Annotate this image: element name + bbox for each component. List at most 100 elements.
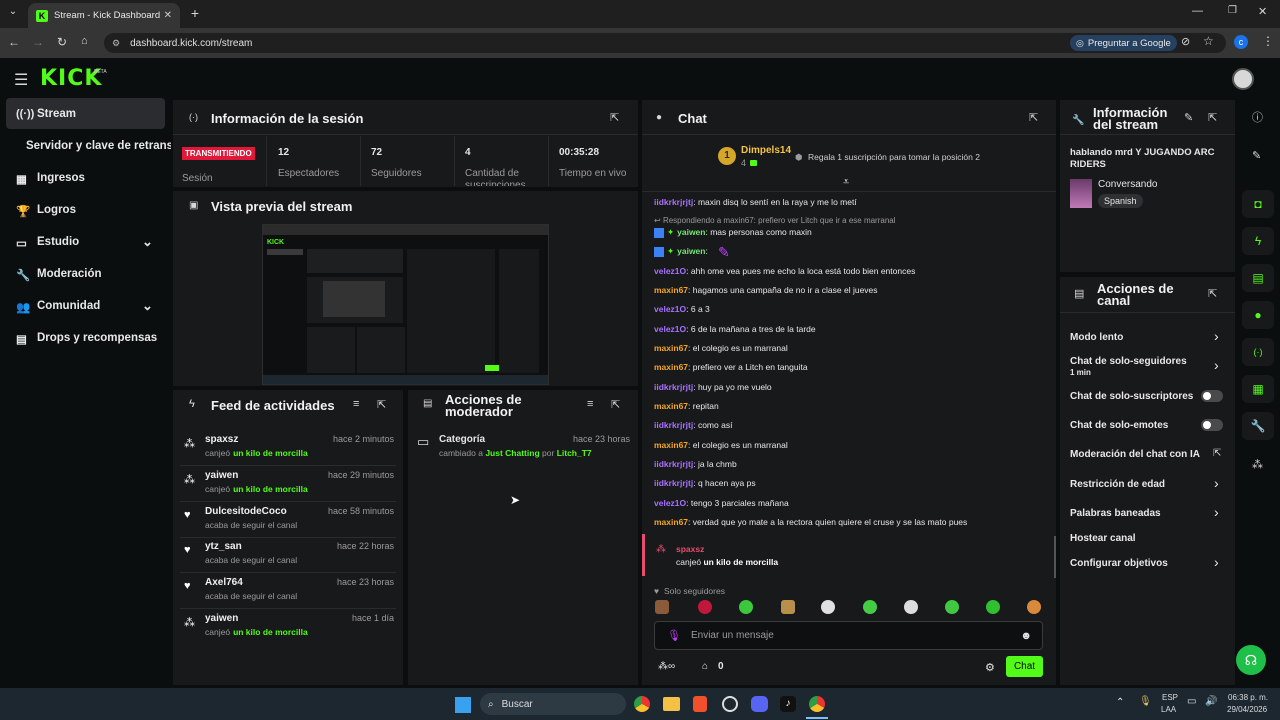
brave-icon[interactable] — [693, 696, 707, 712]
volume-icon[interactable]: 🔊 — [1205, 696, 1217, 707]
stream-preview-video[interactable]: KICK — [262, 224, 549, 385]
popout-icon[interactable]: ⇱ — [1029, 111, 1038, 124]
chat-username[interactable]: iidkrkrjrjtj — [654, 459, 693, 469]
chrome-icon[interactable] — [809, 696, 825, 712]
chevron-right-icon[interactable]: › — [1214, 357, 1219, 373]
home-icon[interactable]: ⌂ — [81, 35, 88, 47]
slow-mode-option[interactable]: Modo lento — [1070, 332, 1123, 343]
steam-icon[interactable] — [722, 696, 738, 712]
eye-off-icon[interactable]: ⊘ — [1181, 35, 1190, 48]
rail-lightning-button[interactable]: ϟ — [1242, 227, 1274, 255]
chat-input[interactable]: 🎙 Enviar un mensaje ☻ — [654, 621, 1043, 650]
age-restriction-option[interactable]: Restricción de edad — [1070, 479, 1165, 490]
rail-actions-button[interactable]: ▦ — [1242, 375, 1274, 403]
window-close-icon[interactable]: ✕ — [1258, 5, 1267, 18]
popout-icon[interactable]: ⇱ — [611, 398, 620, 411]
chat-username[interactable]: iidkrkrjrjtj — [654, 382, 693, 392]
chevron-right-icon[interactable]: › — [1214, 554, 1219, 570]
feed-user[interactable]: DulcesitodeCoco — [205, 506, 287, 517]
category-name[interactable]: Conversando — [1098, 179, 1157, 190]
rail-info-button[interactable]: ⓘ — [1240, 100, 1276, 132]
emote-icon[interactable] — [863, 600, 877, 614]
chat-username[interactable]: iidkrkrjrjtj — [654, 478, 693, 488]
sidebar-item-moderacion[interactable]: Moderación — [37, 268, 102, 280]
clock-date[interactable]: 29/04/2026 — [1227, 705, 1267, 714]
feed-user[interactable]: ytz_san — [205, 541, 242, 552]
feed-user[interactable]: yaiwen — [205, 613, 238, 624]
feed-user[interactable]: yaiwen — [205, 470, 238, 481]
sidebar-item-logros[interactable]: Logros — [37, 204, 76, 216]
subs-only-toggle[interactable] — [1201, 390, 1223, 402]
sidebar-item-drops[interactable]: Drops y recompensas — [37, 332, 157, 344]
url-field[interactable]: ⚙ dashboard.kick.com/stream — [104, 33, 1226, 53]
chat-username[interactable]: maxin67 — [654, 440, 688, 450]
hamburger-menu-icon[interactable]: ☰ — [14, 70, 28, 90]
tray-chevron-up-icon[interactable]: ⌃ — [1116, 697, 1124, 708]
chat-username[interactable]: yaiwen — [677, 246, 705, 256]
chat-scrollbar[interactable] — [1054, 536, 1056, 578]
popout-icon[interactable]: ⇱ — [377, 398, 386, 411]
chevron-right-icon[interactable]: › — [1214, 475, 1219, 491]
followers-only-option[interactable]: Chat de solo-seguidores — [1070, 356, 1187, 367]
tiktok-icon[interactable]: ♪ — [780, 696, 796, 712]
popout-icon[interactable]: ⇱ — [1208, 111, 1217, 124]
emote-icon[interactable] — [739, 600, 753, 614]
emote-icon[interactable] — [655, 600, 669, 614]
sidebar-item-estudio[interactable]: Estudio — [37, 236, 79, 248]
rail-wrench-button[interactable]: 🔧 — [1242, 412, 1274, 440]
feed-user[interactable]: Axel764 — [205, 577, 243, 588]
chat-username[interactable]: maxin67 — [654, 362, 688, 372]
mic-icon[interactable]: 🎙 — [667, 629, 681, 642]
collapse-pinned-icon[interactable]: ⩡ — [843, 176, 849, 189]
feed-user[interactable]: spaxsz — [205, 434, 238, 445]
rail-broadcast-button[interactable]: (·) — [1242, 338, 1274, 366]
back-icon[interactable]: ← — [8, 35, 20, 49]
discord-icon[interactable] — [751, 696, 768, 712]
rail-add-widget-icon[interactable]: ⁂ — [1252, 458, 1263, 471]
reload-icon[interactable]: ↻ — [57, 35, 67, 49]
ask-google-button[interactable]: ◎ Preguntar a Google — [1070, 35, 1177, 51]
edit-pencil-icon[interactable]: ✎ — [1184, 111, 1193, 124]
host-channel-option[interactable]: Hostear canal — [1070, 533, 1136, 544]
chat-username[interactable]: velez1O — [654, 304, 686, 314]
windows-start-icon[interactable] — [455, 697, 471, 713]
chat-username[interactable]: velez1O — [654, 498, 686, 508]
tab-list-icon[interactable]: ⌄ — [6, 6, 20, 17]
emote-icon[interactable] — [698, 600, 712, 614]
set-goals-option[interactable]: Configurar objetivos — [1070, 558, 1168, 569]
user-avatar[interactable] — [1232, 68, 1254, 90]
external-link-icon[interactable]: ⇱ — [1213, 448, 1221, 459]
language-bottom[interactable]: LAA — [1161, 705, 1176, 714]
close-tab-icon[interactable]: ✕ — [164, 10, 172, 21]
mod-item-user[interactable]: Litch_T7 — [557, 448, 592, 458]
taskbar-search[interactable]: ⌕ Buscar — [480, 693, 626, 715]
chat-username[interactable]: velez1O — [654, 266, 686, 276]
help-chat-button[interactable]: ☊ — [1236, 645, 1266, 675]
popout-icon[interactable]: ⇱ — [610, 111, 619, 124]
chat-username[interactable]: maxin67 — [654, 343, 688, 353]
chat-username[interactable]: velez1O — [654, 324, 686, 334]
chat-username[interactable]: iidkrkrjrjtj — [654, 197, 693, 207]
filter-icon[interactable]: ≡ — [587, 398, 593, 410]
chat-username[interactable]: iidkrkrjrjtj — [654, 420, 693, 430]
browser-tab[interactable]: K Stream - Kick Dashboard ✕ — [28, 3, 180, 28]
chat-settings-icon[interactable]: ⚙ — [985, 661, 995, 674]
emotes-only-toggle[interactable] — [1201, 419, 1223, 431]
rail-clip-button[interactable]: ◘ — [1242, 190, 1274, 218]
site-info-icon[interactable]: ⚙ — [112, 38, 120, 49]
bookmark-star-icon[interactable]: ☆ — [1203, 34, 1214, 48]
profile-avatar[interactable]: c — [1234, 35, 1248, 49]
mic-tray-icon[interactable]: 🎙 — [1139, 696, 1152, 707]
chevron-down-icon[interactable]: ⌄ — [142, 234, 153, 250]
chevron-down-icon[interactable]: ⌄ — [142, 298, 153, 314]
sidebar-item-ingresos[interactable]: Ingresos — [37, 172, 85, 184]
emote-icon[interactable] — [945, 600, 959, 614]
ai-moderation-option[interactable]: Moderación del chat con IA — [1070, 449, 1200, 460]
forward-icon[interactable]: → — [32, 35, 44, 49]
send-chat-button[interactable]: Chat — [1006, 656, 1043, 677]
chat-username[interactable]: maxin67 — [654, 401, 688, 411]
filter-icon[interactable]: ≡ — [353, 398, 359, 410]
emote-icon[interactable] — [986, 600, 1000, 614]
rail-chat-button[interactable]: ● — [1242, 301, 1274, 329]
sidebar-item-server-key[interactable]: Servidor y clave de retransn — [26, 140, 171, 152]
